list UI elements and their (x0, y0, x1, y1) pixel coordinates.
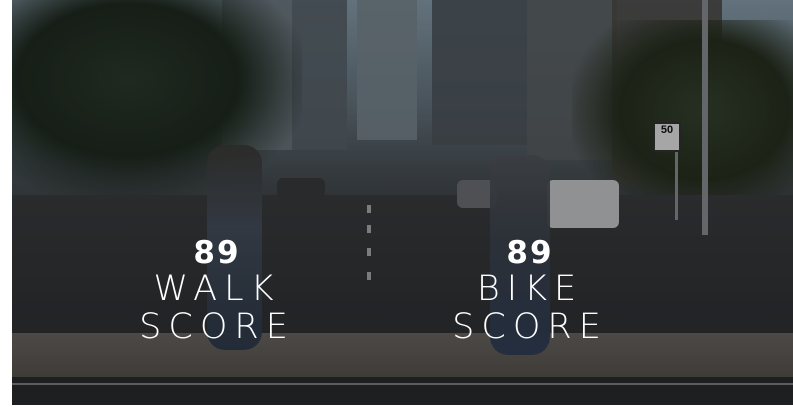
left-gutter (0, 0, 12, 409)
walk-score-label-line2: SCORE (139, 307, 295, 347)
hero-banner: 50 89 WALK SCORE 89 BIKE SCORE (12, 0, 793, 405)
page: 50 89 WALK SCORE 89 BIKE SCORE (0, 0, 793, 409)
bike-score-label-line1: BIKE (476, 269, 584, 309)
walk-score-value: 89 (193, 235, 241, 271)
bike-score: 89 BIKE SCORE (430, 236, 630, 346)
walk-score-label-line1: WALK (153, 269, 281, 309)
walk-score: 89 WALK SCORE (117, 236, 317, 346)
bike-score-label-line2: SCORE (452, 307, 608, 347)
bike-score-value: 89 (506, 235, 554, 271)
